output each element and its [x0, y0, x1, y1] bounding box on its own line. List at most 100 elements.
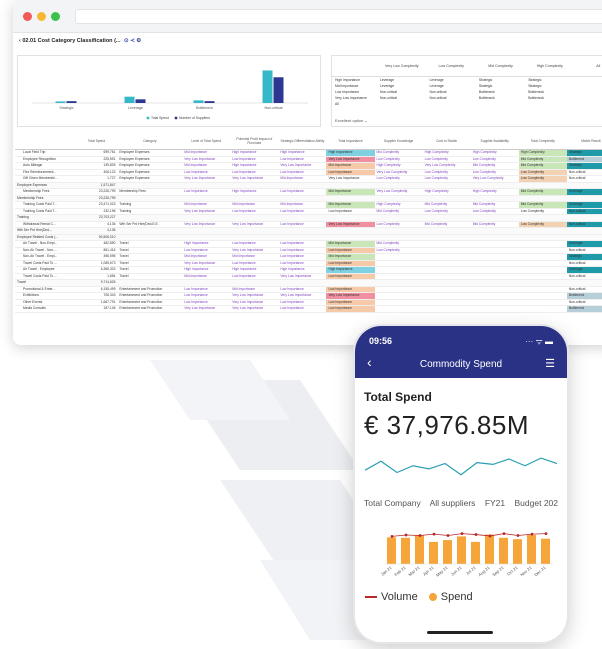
month-tick-label: Mar 21 [407, 565, 421, 578]
table-cell: 187,145 [75, 305, 118, 313]
filter-budget[interactable]: Budget 202 [515, 498, 558, 508]
table-cell: Low Importance [278, 305, 327, 313]
spend-bar [541, 538, 550, 564]
month-tick-label: Feb 21 [393, 565, 407, 578]
quadrant-bar-chart-panel: Strategic Leverage Bottleneck Non-critical T… [17, 55, 321, 127]
legend-dot [174, 116, 178, 120]
matrix-option-dropdown[interactable]: Excellent option ⌄ [335, 118, 368, 123]
legend-volume-label: Volume [381, 591, 418, 603]
close-window-button[interactable] [23, 12, 32, 21]
table-cell: Media Consults [15, 305, 76, 313]
column-header[interactable]: Strategic Differentiation Ability [278, 133, 327, 150]
chart-legend: Volume Spend [365, 591, 473, 603]
matrix-cell[interactable] [525, 101, 574, 107]
quadrant-bar [66, 101, 77, 103]
maximize-window-button[interactable] [51, 12, 60, 21]
month-tick-label: Jul 21 [465, 565, 477, 576]
month-tick-label: Aug 21 [477, 565, 491, 578]
volume-point [544, 532, 548, 536]
filter-year[interactable]: FY21 [485, 498, 505, 508]
page-title-bar: ‹ 02.01 Cost Category Classification (..… [19, 38, 141, 44]
hamburger-menu-icon[interactable]: ☰ [545, 357, 555, 370]
matrix-column-header: High Complexity [525, 56, 575, 77]
phone-screen-title: Commodity Spend [419, 359, 503, 370]
month-tick-label: Dec 21 [533, 565, 547, 578]
quadrant-legend-label: Total Spend [151, 116, 169, 120]
quadrant-category-label: Non-critical [265, 106, 283, 110]
volume-spend-combo-chart: Jan 21 Feb 21 Mar 21 Apr 21 May 21 Jun 21 Jul … [363, 512, 559, 586]
total-spend-label: Total Spend [364, 390, 432, 404]
spend-bar [401, 537, 410, 564]
volume-point [474, 533, 478, 536]
table-cell: Bottleneck [566, 305, 602, 313]
total-spend-value: € 37,976.85M [364, 410, 530, 440]
table-cell: Very Low Importance [230, 305, 279, 313]
back-chevron-icon[interactable]: ‹ [19, 38, 21, 44]
importance-complexity-matrix: Very Low Complexity Low Complexity Mid Com… [332, 56, 602, 107]
title-action-icons[interactable]: ⊙ ≺ ⚙ [124, 38, 141, 44]
volume-point [516, 534, 520, 537]
volume-point [404, 533, 408, 537]
matrix-row-label: All [335, 102, 339, 106]
column-header[interactable]: Total Spend [75, 133, 118, 150]
quadrant-legend-label: Number of Suppliers [179, 116, 210, 120]
month-tick-label: Jan 21 [380, 565, 393, 577]
spend-bar [513, 539, 522, 564]
window-titlebar [13, 0, 602, 33]
column-header[interactable]: Level of Total Spend [182, 133, 231, 150]
column-header[interactable]: Total Importance [326, 133, 375, 150]
matrix-cell[interactable] [476, 101, 525, 107]
table-cell: Entertainment and Promotion [117, 305, 183, 313]
importance-complexity-matrix-panel: Very Low Complexity Low Complexity Mid Com… [331, 55, 602, 127]
home-indicator [427, 631, 493, 634]
spend-bar [485, 534, 494, 564]
table-cell [374, 305, 423, 313]
filter-company[interactable]: Total Company [364, 498, 421, 508]
table-cell [518, 305, 567, 313]
month-tick-label: Jun 21 [450, 565, 463, 577]
spend-legend-swatch [428, 593, 437, 602]
column-header[interactable]: Cost to Switch [422, 133, 471, 150]
filter-suppliers[interactable]: All suppliers [430, 498, 476, 508]
volume-point [488, 534, 492, 538]
volume-legend-swatch [365, 596, 377, 599]
column-header[interactable]: Supplier Knowledge [374, 133, 423, 150]
column-header[interactable] [15, 133, 76, 150]
column-header[interactable]: Total Complexity [518, 133, 567, 150]
spend-bar [429, 541, 438, 564]
month-tick-label: May 21 [435, 565, 449, 578]
column-header[interactable]: Category [117, 133, 183, 150]
spend-bar [527, 535, 536, 564]
quadrant-bar [262, 70, 273, 103]
matrix-cell[interactable] [377, 101, 426, 107]
column-header[interactable]: Matrix Result [566, 133, 602, 150]
table-cell: Low Importance [326, 305, 375, 313]
phone-clock: 09:56 [369, 336, 393, 346]
volume-point [432, 532, 436, 536]
column-header[interactable]: Supplier Availability [470, 133, 519, 150]
matrix-cell[interactable] [426, 101, 475, 107]
volume-point [390, 535, 394, 538]
sparkline-series [365, 457, 557, 476]
quadrant-bar [135, 99, 146, 103]
dashboard-window: ‹ 02.01 Cost Category Classification (..… [13, 0, 602, 345]
matrix-cell [575, 101, 602, 107]
matrix-column-header: All [574, 56, 602, 77]
spend-bar [499, 537, 508, 564]
table-row[interactable]: Media Consults 187,145 Entertainment and P… [15, 305, 602, 313]
phone-header: 09:56 ··· ᯤ ▬ ‹ Commodity Spend ☰ [355, 326, 567, 378]
spend-bar [415, 535, 424, 564]
matrix-column-header: Mid Complexity [475, 56, 526, 77]
volume-point [460, 532, 464, 536]
address-bar[interactable] [75, 9, 602, 24]
matrix-corner [332, 56, 378, 77]
quadrant-category-label: Strategic [59, 106, 73, 110]
volume-point [446, 534, 450, 537]
spend-trend-sparkline [365, 457, 557, 476]
column-header[interactable]: Potential Profit Impact of Purchase [230, 133, 279, 150]
legend-spend-label: Spend [440, 591, 473, 603]
quadrant-category-label: Bottleneck [196, 106, 213, 110]
quadrant-bar [55, 101, 66, 103]
matrix-column-header: Very Low Complexity [377, 56, 427, 77]
minimize-window-button[interactable] [37, 12, 46, 21]
